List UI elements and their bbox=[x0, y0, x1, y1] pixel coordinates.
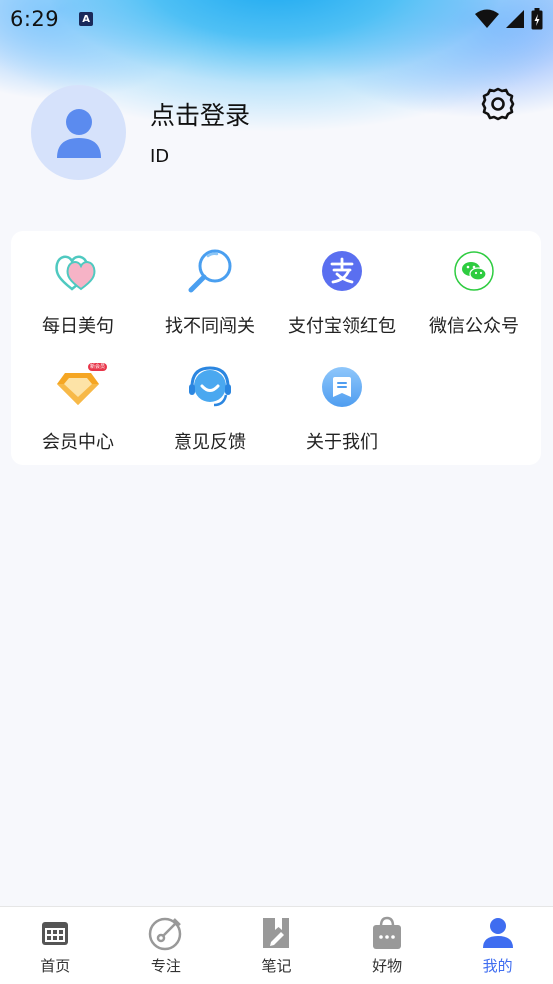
feature-label: 找不同闯关 bbox=[165, 316, 255, 337]
feature-alipay-redpacket[interactable]: 支付宝领红包 bbox=[276, 231, 408, 341]
feature-about-us[interactable]: 关于我们 bbox=[276, 347, 408, 457]
gear-icon bbox=[481, 87, 515, 121]
bottom-tab-bar: 首页 专注 笔记 好物 我的 bbox=[0, 906, 553, 984]
hearts-icon bbox=[55, 255, 96, 291]
tab-label: 专注 bbox=[150, 957, 181, 975]
features-card: 每日美句 找不同闯关 支付宝领红包 微信公众号 新会员 会员中心 意见反馈 关于… bbox=[11, 231, 541, 465]
timer-icon bbox=[148, 917, 182, 951]
notification-icon: A bbox=[79, 12, 94, 26]
avatar[interactable] bbox=[31, 85, 126, 180]
feature-wechat-official[interactable]: 微信公众号 bbox=[408, 231, 540, 341]
settings-button[interactable] bbox=[480, 86, 516, 122]
notebook-icon bbox=[263, 918, 290, 948]
wifi-icon bbox=[475, 9, 499, 28]
tab-focus[interactable]: 专注 bbox=[111, 907, 222, 984]
calendar-icon bbox=[42, 922, 69, 945]
feature-label: 意见反馈 bbox=[174, 432, 246, 453]
alipay-icon bbox=[322, 251, 362, 291]
tab-label: 笔记 bbox=[261, 957, 292, 975]
battery-icon bbox=[531, 8, 543, 30]
tab-label: 首页 bbox=[40, 957, 71, 975]
feature-feedback[interactable]: 意见反馈 bbox=[144, 347, 276, 457]
tab-home[interactable]: 首页 bbox=[0, 907, 111, 984]
feature-label: 支付宝领红包 bbox=[288, 316, 396, 337]
feature-label: 关于我们 bbox=[306, 432, 378, 453]
about-icon bbox=[322, 367, 362, 407]
feature-member-center[interactable]: 新会员 会员中心 bbox=[12, 347, 144, 457]
diamond-icon bbox=[57, 373, 99, 405]
person-icon bbox=[482, 918, 513, 948]
tab-label: 我的 bbox=[482, 957, 513, 975]
user-id-label: ID bbox=[150, 146, 170, 167]
feature-label: 会员中心 bbox=[42, 432, 114, 453]
tab-label: 好物 bbox=[372, 957, 403, 975]
user-avatar-icon bbox=[56, 108, 101, 158]
status-indicators bbox=[475, 8, 543, 30]
signal-icon bbox=[506, 10, 524, 28]
login-link[interactable]: 点击登录 bbox=[150, 96, 250, 132]
tab-notes[interactable]: 笔记 bbox=[221, 907, 332, 984]
shopping-bag-icon bbox=[373, 916, 402, 949]
magnifier-icon bbox=[188, 249, 232, 293]
feature-find-difference[interactable]: 找不同闯关 bbox=[144, 231, 276, 341]
feature-label: 微信公众号 bbox=[429, 316, 519, 337]
feature-label: 每日美句 bbox=[42, 316, 114, 337]
wechat-icon bbox=[454, 251, 494, 291]
tab-goods[interactable]: 好物 bbox=[332, 907, 443, 984]
status-time: 6:29 bbox=[10, 7, 60, 31]
headset-icon bbox=[189, 366, 231, 407]
feature-daily-quote[interactable]: 每日美句 bbox=[12, 231, 144, 341]
tab-mine[interactable]: 我的 bbox=[442, 907, 553, 984]
status-bar: 6:29 A bbox=[0, 0, 553, 38]
new-member-badge: 新会员 bbox=[87, 363, 107, 371]
